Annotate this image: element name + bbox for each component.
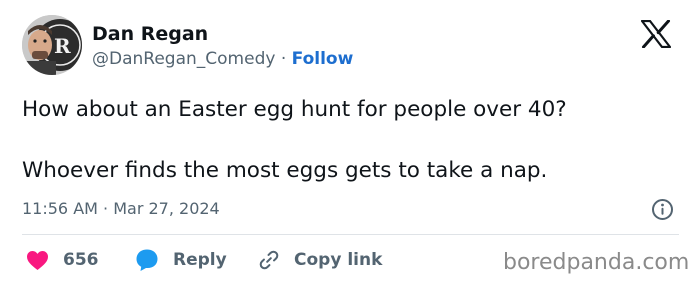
like-button[interactable]: 656 [26,248,99,272]
follow-button[interactable]: Follow [292,49,354,69]
avatar[interactable]: R [22,15,82,75]
author-handle[interactable]: @DanRegan_Comedy [92,49,275,69]
heart-icon [27,250,48,270]
info-icon[interactable] [651,198,674,221]
author-handle-row: @DanRegan_Comedy · Follow [92,48,353,70]
tweet-timestamp[interactable]: 11:56 AM · Mar 27, 2024 [22,198,220,220]
tweet-card: R Dan Regan @DanRegan_Comedy · Follow Ho… [0,0,700,287]
tweet-text-line-1: How about an Easter egg hunt for people … [22,97,567,122]
copy-link-label: Copy link [294,250,383,270]
speech-bubble-icon [136,249,158,271]
copy-link-button[interactable]: Copy link [258,248,382,272]
divider [22,234,679,235]
author-name[interactable]: Dan Regan [92,22,208,46]
tweet-text-line-2: Whoever finds the most eggs gets to take… [22,158,548,183]
svg-text:R: R [54,34,71,58]
x-logo-icon[interactable] [641,20,671,48]
like-count: 656 [63,250,99,270]
watermark: boredpanda.com [503,250,690,275]
separator-dot: · [280,49,287,69]
reply-button[interactable]: Reply [135,248,227,272]
reply-label: Reply [173,250,227,270]
link-icon [259,250,279,270]
